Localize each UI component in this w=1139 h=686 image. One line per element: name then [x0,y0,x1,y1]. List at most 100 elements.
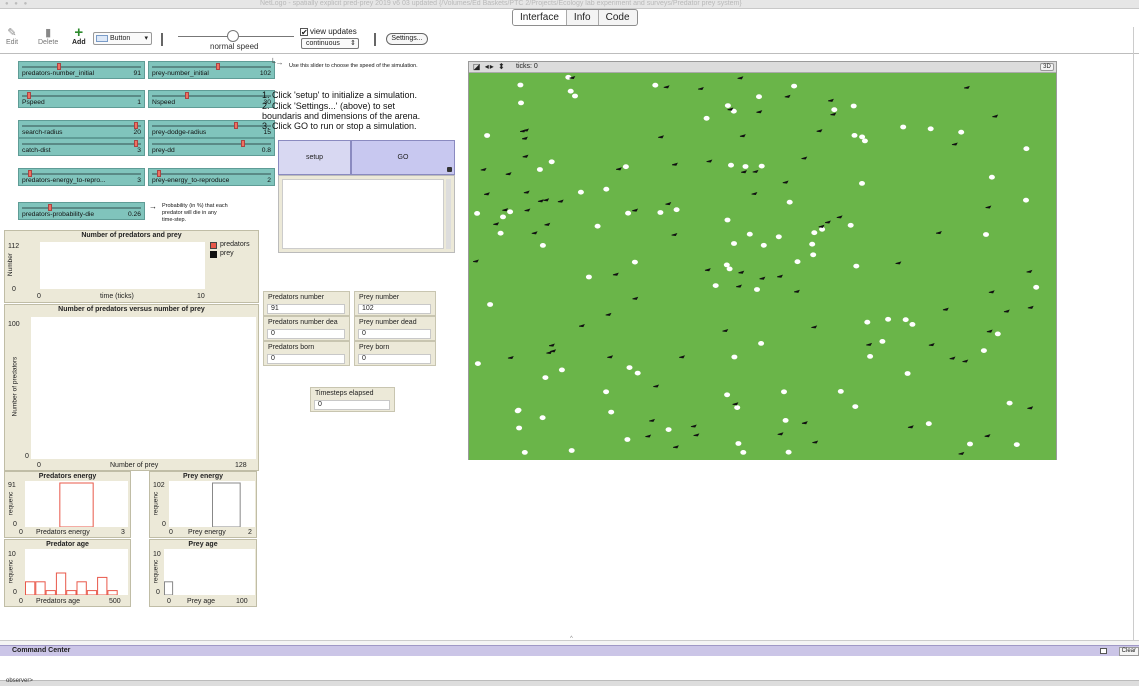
caret-up-icon: ^ [570,636,573,642]
scrollbar[interactable] [446,179,451,249]
slider-prey-dodge-radius[interactable]: prey-dodge-radius 15 [148,120,275,138]
slider-knob[interactable] [57,63,62,70]
predator-agent [645,434,652,438]
prey-agent [775,234,782,240]
predator-agent [472,259,479,263]
predator-agent [663,85,670,89]
slider-predators-energy-to-reproduce[interactable]: predators-energy_to-repro... 3 [18,168,145,186]
predator-agent [935,231,942,235]
slider-track [22,66,141,68]
tab-code[interactable]: Code [599,10,637,25]
plot-predators-vs-prey: Number of predators versus number of pre… [4,304,259,471]
add-button[interactable]: + Add [72,25,86,46]
tab-interface[interactable]: Interface [513,10,567,25]
plot-predators-and-prey: Number of predators and prey 112 0 0 10 … [4,230,259,303]
view-updates-checkbox[interactable]: ✔ [300,28,308,37]
go-button[interactable]: GO [351,140,455,175]
view-controls-icon[interactable]: ◪ ◂▸ ⬍ [473,62,506,72]
plot-title: Number of predators and prey [81,232,182,239]
predator-agent [557,199,564,203]
histogram-bar [45,590,56,596]
interface-edge [1133,27,1134,640]
settings-button[interactable]: Settings... [386,33,428,45]
slider-catch-dist[interactable]: catch-dist 3 [18,138,145,156]
x-max-label: 100 [236,598,248,605]
instructions-step1: 1. Click 'setup' to initialize a simulat… [262,90,418,100]
prey-agent [794,259,801,265]
slider-knob[interactable] [156,170,161,177]
predator-agent [777,274,783,278]
prey-agent [756,94,762,100]
slider-name: search-radius [22,129,63,136]
command-input-bar[interactable]: observer> [0,678,1139,686]
slider-knob[interactable] [134,122,139,129]
slider-prey-energy-to-reproduce[interactable]: prey-energy_to-reproduce 2 [148,168,275,186]
slider-nspeed[interactable]: Nspeed 30 [148,90,275,108]
prey-agent [734,405,741,410]
window-buttons[interactable]: ● ● ● [5,1,29,7]
y-max-label: 102 [153,482,165,489]
slider-value: 3 [137,147,141,154]
output-area[interactable] [278,175,455,253]
slider-pspeed[interactable]: Pspeed 1 [18,90,145,108]
slider-prey-number-initial[interactable]: prey-number_initial 102 [148,61,275,79]
speed-slider-knob[interactable] [227,30,239,42]
prey-agent [603,389,610,395]
prey-agent [740,450,747,455]
predator-agent [951,142,958,146]
slider-predators-probability-die[interactable]: predators-probability-die 0.26 [18,202,145,220]
prey-agent [568,448,575,453]
slider-knob[interactable] [134,140,139,147]
update-mode-select[interactable]: continuous ⇕ [301,38,359,49]
slider-prey-dd[interactable]: prey-dd 0.8 [148,138,275,156]
prey-agent [785,449,792,455]
widget-type-select[interactable]: Button ▾ [93,32,152,45]
prey-agent [902,317,909,323]
prey-agent [988,174,995,180]
predator-agent [546,350,553,355]
prey-agent [657,210,664,215]
prey-agent [474,361,481,366]
prey-agent [474,211,481,216]
slider-name: prey-dd [152,147,175,154]
tab-info[interactable]: Info [567,10,599,25]
predator-agent [519,129,526,133]
prey-agent [867,354,874,359]
predator-agent [801,156,808,160]
slider-knob[interactable] [26,92,31,99]
slider-knob[interactable] [240,140,245,147]
prey-agent [904,371,911,376]
edit-button[interactable]: ✎ Edit [6,27,18,46]
predator-agent [522,154,529,158]
monitor-timesteps-elapsed: Timesteps elapsed 0 [310,387,395,412]
clear-button[interactable]: Clear [1118,647,1139,656]
dropdown-arrow-icon: ▾ [144,35,148,42]
3d-view-button[interactable]: 3D [1040,63,1054,71]
slider-knob[interactable] [184,92,189,99]
detach-icon[interactable] [1100,648,1107,654]
histogram-bar [107,590,118,596]
predator-agent [615,167,622,171]
predator-agent [722,328,729,333]
predator-agent [493,222,500,226]
setup-button[interactable]: setup [278,140,351,175]
command-center-output[interactable] [0,656,1139,680]
plot-prey-age: Prey age 10 0 0 100 Prey age requenc [149,539,257,607]
world-canvas[interactable] [469,73,1056,460]
prey-agent [631,259,638,265]
y-max-label: 10 [8,551,16,558]
slider-search-radius[interactable]: search-radius 20 [18,120,145,138]
command-center-title: Command Center [12,647,71,654]
prey-agent [665,427,672,432]
monitor-value: 91 [267,304,345,314]
x-axis-label: Prey energy [188,529,226,536]
observer-prompt[interactable]: observer> [6,678,33,684]
delete-button[interactable]: ▮ Delete [38,27,58,46]
slider-knob[interactable] [27,170,32,177]
prey-agent [500,214,506,220]
slider-knob[interactable] [233,122,238,129]
slider-knob[interactable] [216,63,221,70]
slider-predators-number-initial[interactable]: predators-number_initial 91 [18,61,145,79]
slider-knob[interactable] [47,204,52,211]
delete-label: Delete [38,39,59,46]
